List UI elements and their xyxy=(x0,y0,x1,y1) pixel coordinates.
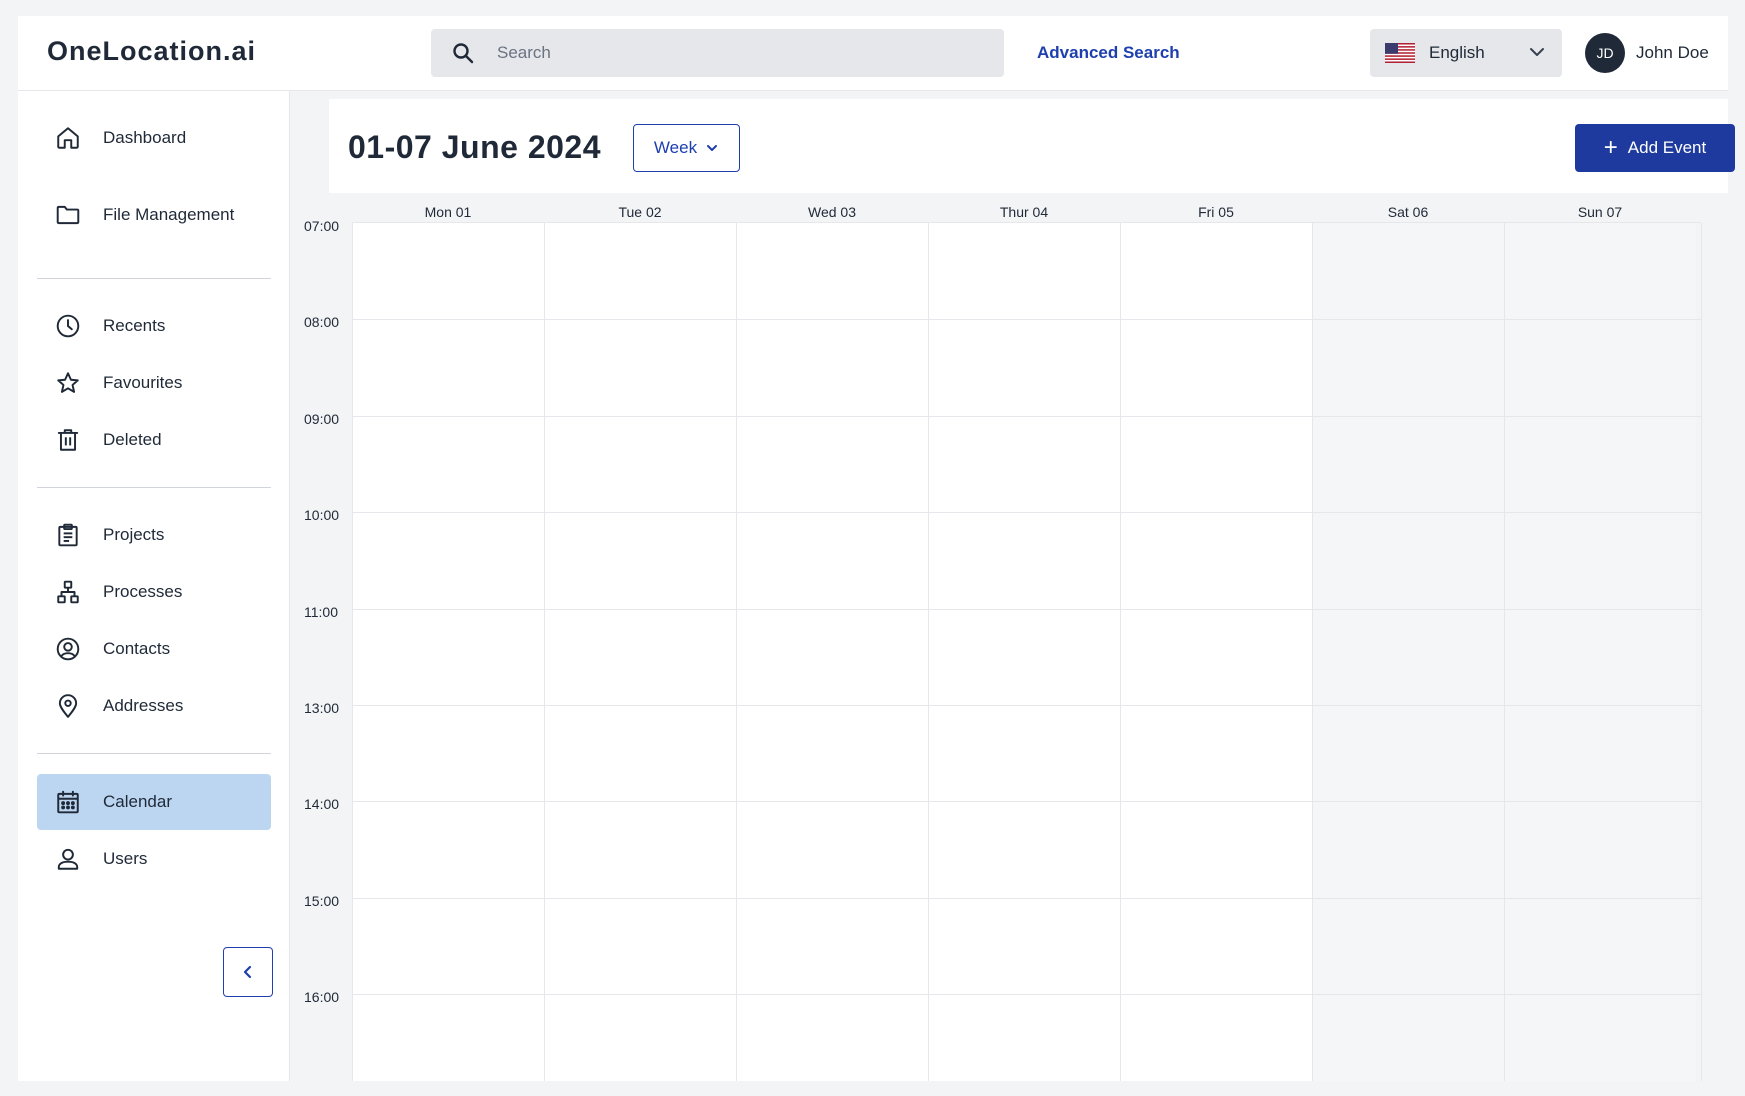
search-icon xyxy=(453,43,474,64)
time-label: 09:00 xyxy=(304,411,340,427)
chevron-left-icon xyxy=(243,965,252,979)
sidebar-item-calendar[interactable]: Calendar xyxy=(37,774,271,830)
language-selector[interactable]: English xyxy=(1370,29,1562,77)
day-column[interactable] xyxy=(352,223,544,1081)
sidebar-divider xyxy=(37,487,271,488)
sidebar-item-favourites[interactable]: Favourites xyxy=(37,355,271,411)
collapse-sidebar-button[interactable] xyxy=(223,947,273,997)
us-flag-icon xyxy=(1385,43,1415,63)
view-select-label: Week xyxy=(653,138,698,157)
hour-line xyxy=(352,705,1701,706)
trash-icon xyxy=(57,429,79,451)
time-label: 11:00 xyxy=(304,604,338,620)
hour-line xyxy=(352,994,1701,995)
sidebar-item-label: Recents xyxy=(103,316,166,335)
hour-line xyxy=(352,801,1701,802)
time-column: 07:00 08:00 09:00 10:00 11:00 13:00 14:0… xyxy=(290,218,352,1081)
grid-right-border xyxy=(1701,223,1702,1081)
time-label: 08:00 xyxy=(304,314,340,330)
sidebar-item-label: Contacts xyxy=(103,639,171,658)
sidebar-item-dashboard[interactable]: Dashboard xyxy=(37,110,271,166)
day-header: Mon 01 xyxy=(424,204,472,220)
clipboard-icon xyxy=(58,523,78,547)
sidebar-item-file-management[interactable]: File Management xyxy=(37,187,271,243)
sidebar-item-addresses[interactable]: Addresses xyxy=(37,678,271,734)
avatar[interactable]: JD xyxy=(1585,33,1625,73)
sidebar-item-label: Addresses xyxy=(103,696,184,715)
calendar-grid[interactable] xyxy=(352,223,1701,1081)
user-circle-icon xyxy=(56,637,80,661)
sidebar-item-label: Users xyxy=(103,849,148,868)
sidebar-item-label: Calendar xyxy=(103,792,172,811)
day-column[interactable] xyxy=(544,223,736,1081)
add-event-button[interactable]: + Add Event xyxy=(1575,124,1735,172)
sidebar-item-recents[interactable]: Recents xyxy=(37,298,271,354)
hour-line xyxy=(352,609,1701,610)
day-header: Sat 06 xyxy=(1387,204,1429,220)
hierarchy-icon xyxy=(57,580,79,604)
sidebar-item-users[interactable]: Users xyxy=(37,831,271,887)
hour-line xyxy=(352,416,1701,417)
day-column-weekend[interactable] xyxy=(1312,223,1504,1081)
day-header: Sun 07 xyxy=(1577,204,1623,220)
day-column[interactable] xyxy=(736,223,928,1081)
sidebar-divider xyxy=(37,753,271,754)
clock-icon xyxy=(56,314,80,338)
sidebar-item-label: File Management xyxy=(103,205,235,224)
time-label: 10:00 xyxy=(304,507,340,523)
search-input[interactable] xyxy=(497,43,977,63)
time-label: 16:00 xyxy=(304,989,340,1005)
add-event-label: Add Event xyxy=(1627,138,1707,157)
time-label: 15:00 xyxy=(304,893,340,909)
sidebar: Dashboard File Management Recents Favour… xyxy=(18,91,290,1081)
language-label: English xyxy=(1429,43,1485,62)
sidebar-item-processes[interactable]: Processes xyxy=(37,564,271,620)
sidebar-item-contacts[interactable]: Contacts xyxy=(37,621,271,677)
main-content: 01-07 June 2024 Week + Add Event Mon 01 … xyxy=(290,91,1735,1081)
app-logo[interactable]: OneLocation.ai xyxy=(47,36,256,67)
sidebar-item-label: Processes xyxy=(103,582,183,601)
time-label: 07:00 xyxy=(304,218,340,234)
advanced-search-link[interactable]: Advanced Search xyxy=(1037,43,1180,63)
map-pin-icon xyxy=(58,694,78,718)
sidebar-item-label: Favourites xyxy=(103,373,183,392)
sidebar-divider xyxy=(37,278,271,279)
week-calendar: Mon 01 Tue 02 Wed 03 Thur 04 Fri 05 Sat … xyxy=(290,195,1728,1081)
top-header: OneLocation.ai Advanced Search English xyxy=(18,16,1728,91)
chevron-down-icon xyxy=(707,145,718,151)
app-window: OneLocation.ai Advanced Search English xyxy=(18,16,1735,1081)
user-name[interactable]: John Doe xyxy=(1636,43,1709,63)
sidebar-item-projects[interactable]: Projects xyxy=(37,507,271,563)
time-label: 14:00 xyxy=(304,796,340,812)
day-column-weekend[interactable] xyxy=(1504,223,1696,1081)
plus-icon: + xyxy=(1603,134,1618,161)
day-header: Wed 03 xyxy=(808,204,856,220)
hour-line xyxy=(352,512,1701,513)
hour-line xyxy=(352,319,1701,320)
day-header: Tue 02 xyxy=(618,204,662,220)
chevron-down-icon xyxy=(1530,48,1544,56)
calendar-icon xyxy=(57,790,79,814)
search-bar[interactable] xyxy=(431,29,1004,77)
day-header: Thur 04 xyxy=(999,204,1049,220)
view-select-button[interactable]: Week xyxy=(633,124,740,172)
sidebar-item-label: Deleted xyxy=(103,430,162,449)
sidebar-item-deleted[interactable]: Deleted xyxy=(37,412,271,468)
calendar-toolbar: 01-07 June 2024 Week + Add Event xyxy=(329,99,1735,193)
user-icon xyxy=(57,848,79,870)
sidebar-item-label: Projects xyxy=(103,525,165,544)
time-label: 13:00 xyxy=(304,700,340,716)
day-column[interactable] xyxy=(928,223,1120,1081)
sidebar-item-label: Dashboard xyxy=(103,128,187,147)
day-column[interactable] xyxy=(1120,223,1312,1081)
home-icon xyxy=(57,127,79,149)
folder-icon xyxy=(56,205,80,225)
hour-line xyxy=(352,898,1701,899)
star-icon xyxy=(57,372,79,393)
day-header-row: Mon 01 Tue 02 Wed 03 Thur 04 Fri 05 Sat … xyxy=(352,195,1701,223)
date-range-title: 01-07 June 2024 xyxy=(348,129,601,165)
day-header: Fri 05 xyxy=(1198,204,1234,220)
